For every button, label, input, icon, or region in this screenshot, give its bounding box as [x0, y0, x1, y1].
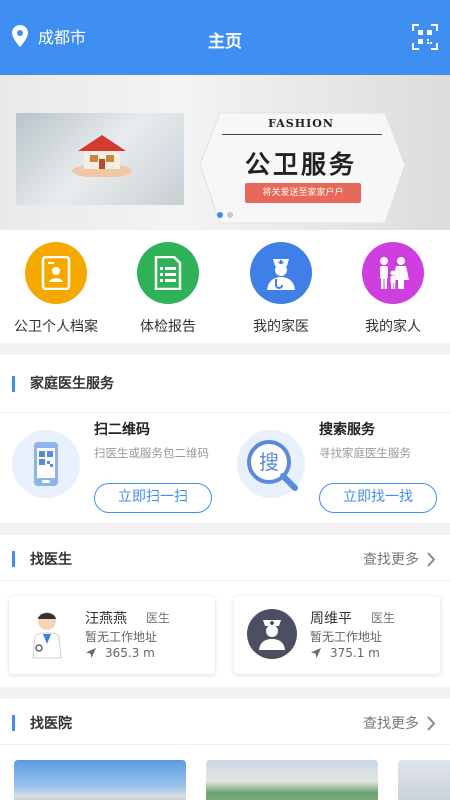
quick-action-label: 公卫个人档案 [14, 319, 98, 335]
chevron-right-icon [427, 551, 436, 567]
doctor-avatar [247, 609, 297, 659]
banner-divider [222, 134, 382, 135]
quick-action-label: 体检报告 [140, 319, 196, 335]
hospital-photo[interactable] [398, 760, 450, 800]
more-label: 查找更多 [363, 552, 419, 568]
search-service-desc: 寻找家庭医生服务 [319, 446, 411, 460]
family-icon [362, 242, 424, 304]
doctor-address: 暂无工作地址 [310, 630, 383, 644]
doctor-distance: 365.3 m [85, 646, 155, 660]
banner-title: 公卫服务 [244, 150, 357, 179]
qr-phone-icon [12, 430, 80, 498]
search-service-title: 搜索服务 [319, 422, 375, 438]
scan-service-card: 扫二维码 扫医生或服务包二维码 立即扫一扫 [0, 403, 225, 523]
doctor-avatar [32, 612, 62, 659]
profile-card-icon [25, 242, 87, 304]
carousel-dot-active [217, 212, 223, 218]
section-header: 找医院 查找更多 [0, 699, 450, 745]
section-accent-bar [12, 715, 15, 731]
doctor-address: 暂无工作地址 [85, 630, 158, 644]
family-doctor-section: 家庭医生服务 扫二维码 扫医生或服务包二维码 立即扫一扫 搜 搜索服务 寻找家庭… [0, 355, 450, 523]
promo-banner[interactable]: FASHION 公卫服务 将关爱送至家家户户 [0, 75, 450, 230]
quick-action-report[interactable]: 体检报告 [112, 242, 224, 336]
quick-action-label: 我的家人 [365, 319, 421, 335]
quick-action-profile[interactable]: 公卫个人档案 [0, 242, 112, 336]
quick-action-my-doctor[interactable]: 我的家医 [225, 242, 337, 336]
quick-action-family[interactable]: 我的家人 [337, 242, 449, 336]
section-header: 找医生 查找更多 [0, 535, 450, 581]
qr-scan-icon[interactable] [412, 24, 438, 50]
hospital-photo[interactable] [206, 760, 378, 800]
section-title: 找医生 [30, 552, 72, 568]
section-title: 家庭医生服务 [30, 376, 114, 392]
doctor-card[interactable]: 汪燕燕 医生 暂无工作地址 365.3 m [9, 596, 215, 674]
doctor-role: 医生 [371, 611, 396, 625]
navigation-arrow-icon [86, 648, 96, 658]
find-hospital-section: 找医院 查找更多 [0, 699, 450, 800]
section-title: 找医院 [30, 716, 72, 732]
top-bar: 成都市 主页 [0, 0, 450, 75]
hospital-photo[interactable] [14, 760, 186, 800]
carousel-indicator [217, 212, 233, 218]
chevron-right-icon [427, 715, 436, 731]
distance-value: 365.3 m [105, 646, 155, 660]
search-char: 搜 [259, 450, 279, 474]
find-hospital-more-link[interactable]: 查找更多 [363, 713, 436, 733]
doctor-distance: 375.1 m [310, 646, 380, 660]
banner-fashion-text: FASHION [268, 117, 334, 130]
quick-action-label: 我的家医 [253, 319, 309, 335]
more-label: 查找更多 [363, 716, 419, 732]
doctor-name: 汪燕燕 [85, 611, 127, 627]
find-doctor-more-link[interactable]: 查找更多 [363, 549, 436, 569]
distance-value: 375.1 m [330, 646, 380, 660]
scan-service-desc: 扫医生或服务包二维码 [94, 446, 209, 460]
banner-slogan: 将关爱送至家家户户 [245, 183, 361, 203]
search-service-card: 搜 搜索服务 寻找家庭医生服务 立即找一找 [225, 403, 450, 523]
report-list-icon [137, 242, 199, 304]
doctor-name: 周维平 [310, 611, 352, 627]
doctor-icon [250, 242, 312, 304]
doctor-role: 医生 [146, 611, 171, 625]
doctor-card[interactable]: 周维平 医生 暂无工作地址 375.1 m [234, 596, 440, 674]
scan-now-button[interactable]: 立即扫一扫 [94, 483, 212, 513]
navigation-arrow-icon [311, 648, 321, 658]
find-doctor-section: 找医生 查找更多 汪燕燕 医生 暂无工作地址 365.3 m 周维平 医生 暂无… [0, 535, 450, 687]
section-accent-bar [12, 376, 15, 392]
carousel-dot [227, 212, 233, 218]
find-now-button[interactable]: 立即找一找 [319, 483, 437, 513]
search-magnifier-icon: 搜 [237, 430, 305, 498]
banner-house-photo [16, 113, 184, 205]
section-accent-bar [12, 551, 15, 567]
page-title: 主页 [208, 32, 242, 52]
quick-actions: 公卫个人档案 体检报告 我的家医 我的家人 [0, 230, 450, 343]
scan-service-title: 扫二维码 [94, 422, 150, 438]
house-in-hands-icon [72, 135, 132, 177]
